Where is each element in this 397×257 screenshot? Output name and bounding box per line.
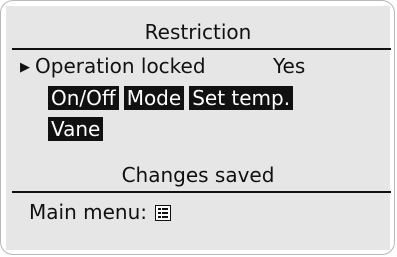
locked-item-mode[interactable]: Mode xyxy=(123,86,185,110)
locked-item-set-temp[interactable]: Set temp. xyxy=(189,86,294,110)
cursor-arrow-icon: ▶ xyxy=(20,60,30,75)
locked-items-row-1: On/Off Mode Set temp. xyxy=(48,86,298,110)
operation-locked-row[interactable]: ▶ Operation locked Yes xyxy=(20,54,305,80)
footer: Main menu: xyxy=(29,200,172,224)
operation-locked-value[interactable]: Yes xyxy=(273,54,305,78)
menu-list-icon[interactable] xyxy=(155,205,172,221)
lcd-screen: Restriction ▶ Operation locked Yes On/Off… xyxy=(6,6,391,250)
locked-item-on-off[interactable]: On/Off xyxy=(48,86,119,110)
locked-items-row-2: Vane xyxy=(48,117,108,141)
footer-divider xyxy=(12,191,391,193)
operation-locked-label: Operation locked xyxy=(35,54,206,78)
controller-frame: Restriction ▶ Operation locked Yes On/Off… xyxy=(0,0,395,255)
main-menu-label: Main menu: xyxy=(29,200,147,224)
title-divider xyxy=(12,48,391,50)
screen-title: Restriction xyxy=(144,20,252,44)
locked-item-vane[interactable]: Vane xyxy=(48,117,104,141)
status-message: Changes saved xyxy=(121,163,275,187)
